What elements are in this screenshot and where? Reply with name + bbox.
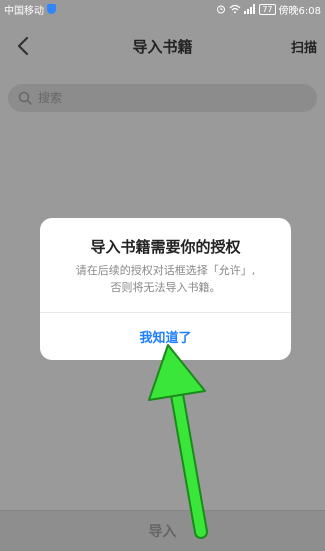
search-icon xyxy=(18,91,32,105)
authorization-dialog: 导入书籍需要你的授权 请在后续的授权对话框选择「允许」, 否则将无法导入书籍。 … xyxy=(40,218,291,360)
clock: 傍晚6:08 xyxy=(278,5,321,17)
dialog-title: 导入书籍需要你的授权 xyxy=(90,238,241,256)
shield-icon xyxy=(47,4,56,14)
status-right: 77 傍晚6:08 xyxy=(216,2,321,17)
search-input[interactable] xyxy=(38,91,278,105)
battery-icon: 77 xyxy=(259,3,276,15)
status-left: 中国移动 xyxy=(4,2,56,17)
wifi-icon xyxy=(229,4,241,14)
nav-bar: 导入书籍 扫描 xyxy=(0,18,325,74)
alarm-icon xyxy=(217,5,226,14)
signal-icon xyxy=(244,4,256,14)
search-bar[interactable] xyxy=(8,84,317,112)
page-title: 导入书籍 xyxy=(132,37,193,56)
back-arrow-icon[interactable] xyxy=(12,34,34,58)
got-it-button[interactable]: 我知道了 xyxy=(40,313,291,360)
import-button[interactable]: 导入 xyxy=(149,521,177,541)
scan-button[interactable]: 扫描 xyxy=(291,37,317,56)
carrier-label: 中国移动 xyxy=(4,5,44,17)
dialog-message-line-2: 否则将无法导入书籍。 xyxy=(110,281,221,294)
dialog-message-line-1: 请在后续的授权对话框选择「允许」, xyxy=(75,264,256,277)
dialog-message: 请在后续的授权对话框选择「允许」, 否则将无法导入书籍。 xyxy=(40,262,291,296)
status-bar: 中国移动 77 傍晚6:08 xyxy=(0,0,325,18)
bottom-bar: 导入 xyxy=(0,510,325,551)
